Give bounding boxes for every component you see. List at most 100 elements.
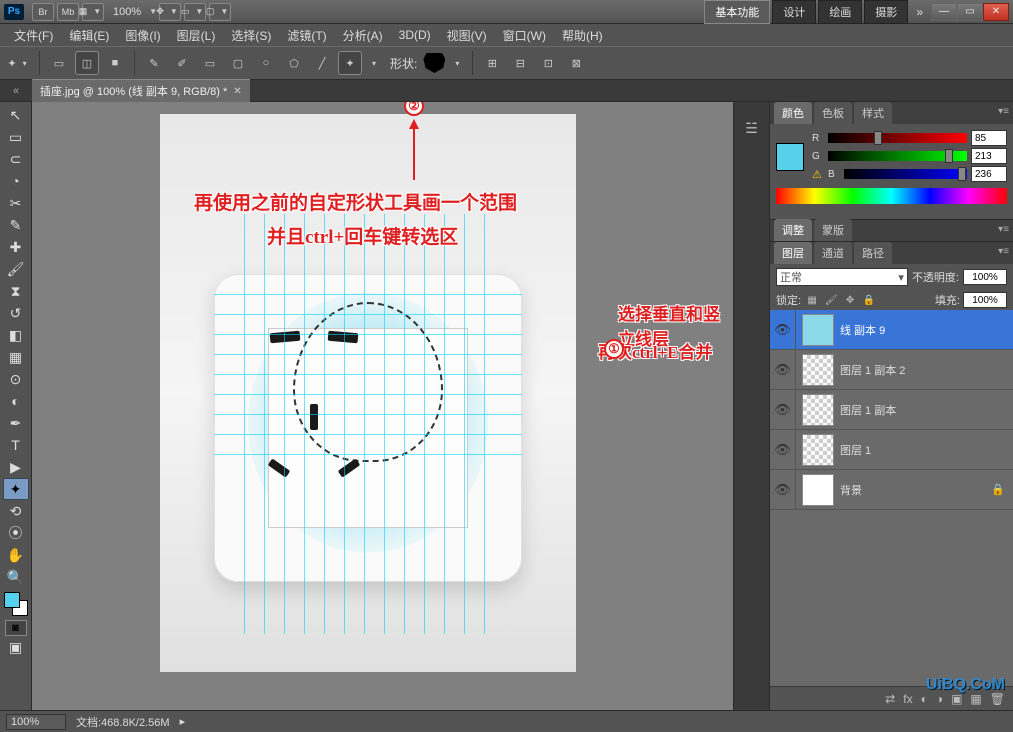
eraser-tool[interactable]: ◧ [3, 324, 29, 346]
opacity-input[interactable]: 100% [963, 269, 1007, 285]
zoom-combo[interactable]: 100%▼ [113, 6, 159, 18]
layer-thumbnail[interactable] [802, 314, 834, 346]
screen-mode-icon[interactable]: ▣ [3, 636, 29, 658]
fx-icon[interactable]: fx [903, 692, 912, 706]
link-icon[interactable]: ⇄ [885, 692, 895, 706]
gradient-tool[interactable]: ▦ [3, 346, 29, 368]
combine-intersect-icon[interactable]: ⊡ [536, 51, 560, 75]
panel-menu-icon[interactable]: ▾≡ [998, 106, 1009, 117]
tab-channels[interactable]: 通道 [814, 242, 852, 264]
hand-tool[interactable]: ✋ [3, 544, 29, 566]
fill-pixels-icon[interactable]: ■ [103, 51, 127, 75]
visibility-icon[interactable]: 👁 [770, 310, 796, 349]
custom-shape-icon[interactable]: ✦ [338, 51, 362, 75]
tab-masks[interactable]: 蒙版 [814, 219, 852, 241]
menu-window[interactable]: 窗口(W) [497, 25, 552, 46]
dodge-tool[interactable]: ◐ [3, 390, 29, 412]
panel-menu-icon[interactable]: ▾≡ [998, 224, 1009, 235]
minimize-button[interactable]: — [931, 3, 957, 21]
color-swatches[interactable] [4, 592, 28, 616]
shape-preview[interactable] [423, 53, 445, 73]
shape-opts-dropdown-icon[interactable]: ▾ [372, 59, 376, 68]
blend-mode-select[interactable]: 正常▾ [776, 268, 908, 286]
menu-image[interactable]: 图像(I) [119, 25, 166, 46]
rect-icon[interactable]: ▭ [198, 51, 222, 75]
combine-subtract-icon[interactable]: ⊟ [508, 51, 532, 75]
maximize-button[interactable]: ▭ [957, 3, 983, 21]
close-button[interactable]: ✕ [983, 3, 1009, 21]
visibility-icon[interactable]: 👁 [770, 350, 796, 389]
visibility-icon[interactable]: 👁 [770, 390, 796, 429]
lock-all-icon[interactable]: 🔒 [861, 293, 877, 307]
fill-input[interactable]: 100% [963, 292, 1007, 308]
viewextras-button[interactable]: ▦▼ [82, 3, 104, 21]
status-zoom[interactable]: 100% [6, 714, 66, 730]
ellipse-icon[interactable]: ○ [254, 51, 278, 75]
menu-help[interactable]: 帮助(H) [556, 25, 609, 46]
3d-tool[interactable]: ⟲ [3, 500, 29, 522]
menu-edit[interactable]: 编辑(E) [63, 25, 115, 46]
zoom-tool[interactable]: 🔍 [3, 566, 29, 588]
r-slider[interactable] [828, 133, 967, 143]
workspace-paint[interactable]: 绘画 [818, 0, 862, 24]
screenmode-button[interactable]: ▢▼ [209, 3, 231, 21]
arrange-button[interactable]: ▭▼ [184, 3, 206, 21]
line-icon[interactable]: ╱ [310, 51, 334, 75]
stamp-tool[interactable]: ⧗ [3, 280, 29, 302]
visibility-icon[interactable]: 👁 [770, 470, 796, 509]
b-value[interactable]: 236 [971, 166, 1007, 182]
eyedropper-tool[interactable]: ✎ [3, 214, 29, 236]
layer-thumbnail[interactable] [802, 474, 834, 506]
canvas-area[interactable]: 再使用之前的自定形状工具画一个范围 并且ctrl+回车键转选区 选择垂直和竖立线… [32, 102, 733, 710]
g-value[interactable]: 213 [971, 148, 1007, 164]
r-value[interactable]: 85 [971, 130, 1007, 146]
b-slider[interactable] [844, 169, 967, 179]
marquee-tool[interactable]: ▭ [3, 126, 29, 148]
visibility-icon[interactable]: 👁 [770, 430, 796, 469]
tab-swatches[interactable]: 色板 [814, 102, 852, 124]
lock-move-icon[interactable]: ✥ [842, 293, 858, 307]
tab-paths[interactable]: 路径 [854, 242, 892, 264]
rounded-rect-icon[interactable]: ▢ [226, 51, 250, 75]
tool-preset-icon[interactable]: ✦▾ [8, 51, 32, 75]
tab-styles[interactable]: 样式 [854, 102, 892, 124]
layer-item[interactable]: 👁 图层 1 副本 [770, 390, 1013, 430]
quick-mask-icon[interactable]: ◙ [5, 620, 27, 636]
layer-thumbnail[interactable] [802, 354, 834, 386]
workspace-photo[interactable]: 摄影 [864, 0, 908, 24]
color-preview[interactable] [776, 143, 804, 171]
menu-view[interactable]: 视图(V) [441, 25, 493, 46]
gamut-warning-icon[interactable]: ⚠ [812, 168, 824, 180]
menu-select[interactable]: 选择(S) [225, 25, 277, 46]
pen-icon[interactable]: ✎ [142, 51, 166, 75]
layer-item[interactable]: 👁 背景 🔒 [770, 470, 1013, 510]
pen-tool[interactable]: ✒ [3, 412, 29, 434]
blur-tool[interactable]: ⊙ [3, 368, 29, 390]
quick-select-tool[interactable]: ◔ [3, 170, 29, 192]
crop-tool[interactable]: ✂ [3, 192, 29, 214]
type-tool[interactable]: T [3, 434, 29, 456]
menu-3d[interactable]: 3D(D) [393, 26, 437, 44]
shape-layers-icon[interactable]: ▭ [47, 51, 71, 75]
healing-tool[interactable]: ✚ [3, 236, 29, 258]
tab-adjustments[interactable]: 调整 [774, 219, 812, 241]
menu-filter[interactable]: 滤镜(T) [281, 25, 332, 46]
lock-paint-icon[interactable]: 🖌 [823, 293, 839, 307]
tab-layers[interactable]: 图层 [774, 242, 812, 264]
custom-shape-tool[interactable]: ✦ [3, 478, 29, 500]
history-panel-icon[interactable]: ☱ [740, 118, 764, 138]
path-select-tool[interactable]: ▶ [3, 456, 29, 478]
shape-picker-dropdown-icon[interactable]: ▾ [455, 59, 459, 68]
3d-camera-tool[interactable]: ⦿ [3, 522, 29, 544]
collapse-toolbox-icon[interactable]: « [0, 85, 32, 97]
panel-menu-icon[interactable]: ▾≡ [998, 246, 1009, 257]
layer-thumbnail[interactable] [802, 394, 834, 426]
layer-thumbnail[interactable] [802, 434, 834, 466]
g-slider[interactable] [828, 151, 967, 161]
hand-button[interactable]: ✥▼ [159, 3, 181, 21]
lasso-tool[interactable]: ⊂ [3, 148, 29, 170]
menu-layer[interactable]: 图层(L) [171, 25, 222, 46]
layer-item[interactable]: 👁 图层 1 [770, 430, 1013, 470]
menu-file[interactable]: 文件(F) [8, 25, 59, 46]
freeform-pen-icon[interactable]: ✐ [170, 51, 194, 75]
